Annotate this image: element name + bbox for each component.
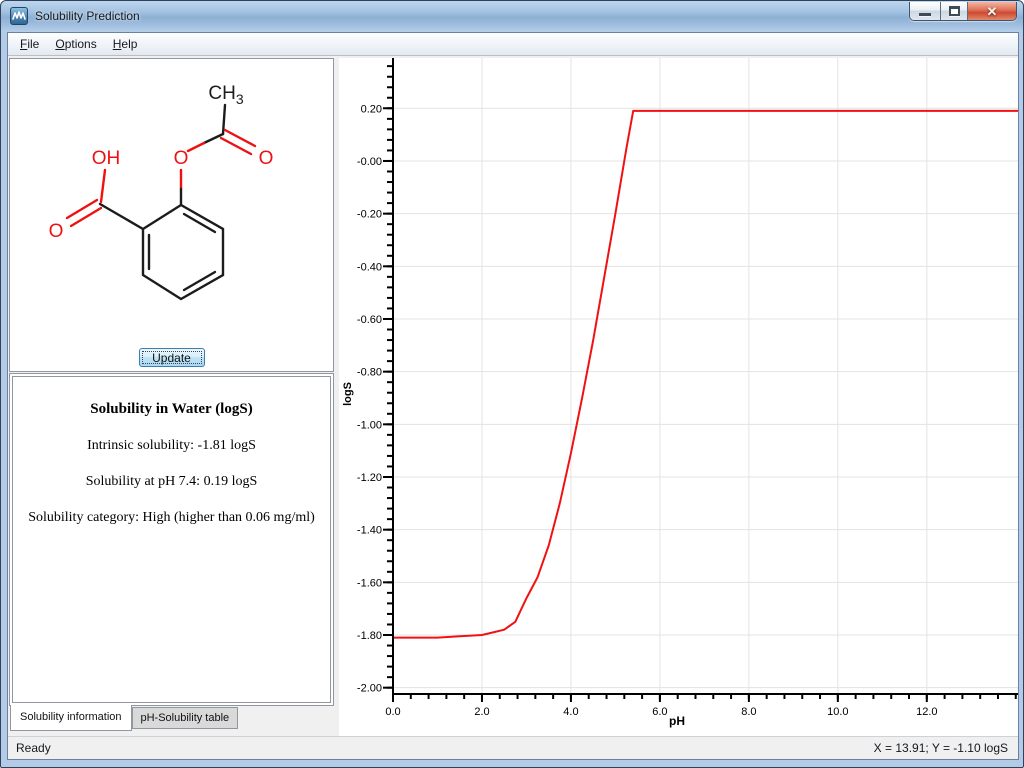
window-title: Solubility Prediction <box>35 9 140 23</box>
svg-text:-2.00: -2.00 <box>357 683 382 695</box>
svg-text:-0.60: -0.60 <box>357 314 382 326</box>
svg-text:4.0: 4.0 <box>563 706 578 718</box>
app-window: Solubility Prediction ✕ File Options Hel… <box>0 0 1024 768</box>
svg-text:-1.20: -1.20 <box>357 472 382 484</box>
window-controls: ✕ <box>909 2 1017 21</box>
maximize-icon <box>949 6 960 16</box>
svg-text:2.0: 2.0 <box>474 706 489 718</box>
svg-text:-1.40: -1.40 <box>357 525 382 537</box>
svg-text:-0.20: -0.20 <box>357 209 382 221</box>
svg-text:-0.80: -0.80 <box>357 367 382 379</box>
status-bar: Ready X = 13.91; Y = -1.10 logS <box>8 736 1018 759</box>
svg-text:-1.00: -1.00 <box>357 419 382 431</box>
tab-solubility-information[interactable]: Solubility information <box>10 705 132 731</box>
menu-help[interactable]: Help <box>105 35 146 53</box>
left-tabs: Solubility information pH-Solubility tab… <box>9 705 339 733</box>
atom-label-oh: OH <box>92 148 121 169</box>
atom-label-o-acetyl: O <box>259 148 274 169</box>
atom-label-o-ester: O <box>174 148 189 169</box>
atom-label-o-carboxyl: O <box>49 221 64 242</box>
chart-panel[interactable]: 0.20 -0.00 -0.20 -0.40 -0.60 -0.80 -1.00 -1.20 -… <box>339 58 1018 736</box>
svg-text:-0.40: -0.40 <box>357 261 382 273</box>
app-icon <box>10 7 28 25</box>
minimize-button[interactable] <box>910 2 941 20</box>
solubility-info-panel: Solubility in Water (logS) Intrinsic sol… <box>9 373 334 706</box>
svg-text:-1.80: -1.80 <box>357 630 382 642</box>
svg-text:-1.60: -1.60 <box>357 577 382 589</box>
svg-text:0.20: 0.20 <box>361 103 382 115</box>
svg-text:6.0: 6.0 <box>652 706 667 718</box>
solubility-category-line: Solubility category: High (higher than 0… <box>13 510 330 526</box>
intrinsic-solubility-line: Intrinsic solubility: -1.81 logS <box>13 438 330 454</box>
title-bar[interactable]: Solubility Prediction ✕ <box>1 1 1023 32</box>
molecule-panel[interactable]: CH3 OH O O O Update <box>9 58 334 372</box>
svg-text:pH: pH <box>669 714 685 728</box>
svg-text:logS: logS <box>342 382 354 406</box>
info-title: Solubility in Water (logS) <box>13 401 330 418</box>
update-button[interactable]: Update <box>139 348 205 367</box>
svg-text:10.0: 10.0 <box>827 706 848 718</box>
menu-bar: File Options Help <box>8 33 1018 56</box>
menu-options[interactable]: Options <box>47 35 104 53</box>
app-body: File Options Help <box>7 32 1019 760</box>
status-text: Ready <box>16 741 51 755</box>
svg-text:8.0: 8.0 <box>741 706 756 718</box>
maximize-button[interactable] <box>941 2 968 20</box>
svg-text:12.0: 12.0 <box>916 706 937 718</box>
main-content: CH3 OH O O O Update Solubility in Water … <box>8 56 1018 736</box>
close-icon: ✕ <box>987 5 998 18</box>
menu-file[interactable]: File <box>12 35 47 53</box>
svg-text:0.0: 0.0 <box>385 706 400 718</box>
ph-solubility-chart: 0.20 -0.00 -0.20 -0.40 -0.60 -0.80 -1.00 -1.20 -… <box>339 58 1018 736</box>
cursor-coordinates: X = 13.91; Y = -1.10 logS <box>874 741 1008 755</box>
molecule-structure: CH3 OH O O O <box>10 59 333 349</box>
minimize-icon <box>919 13 931 16</box>
close-button[interactable]: ✕ <box>968 2 1016 20</box>
svg-text:-0.00: -0.00 <box>357 156 382 168</box>
atom-label-ch3: CH3 <box>208 83 243 107</box>
tab-ph-solubility-table[interactable]: pH-Solubility table <box>132 707 239 729</box>
solubility-ph74-line: Solubility at pH 7.4: 0.19 logS <box>13 474 330 490</box>
